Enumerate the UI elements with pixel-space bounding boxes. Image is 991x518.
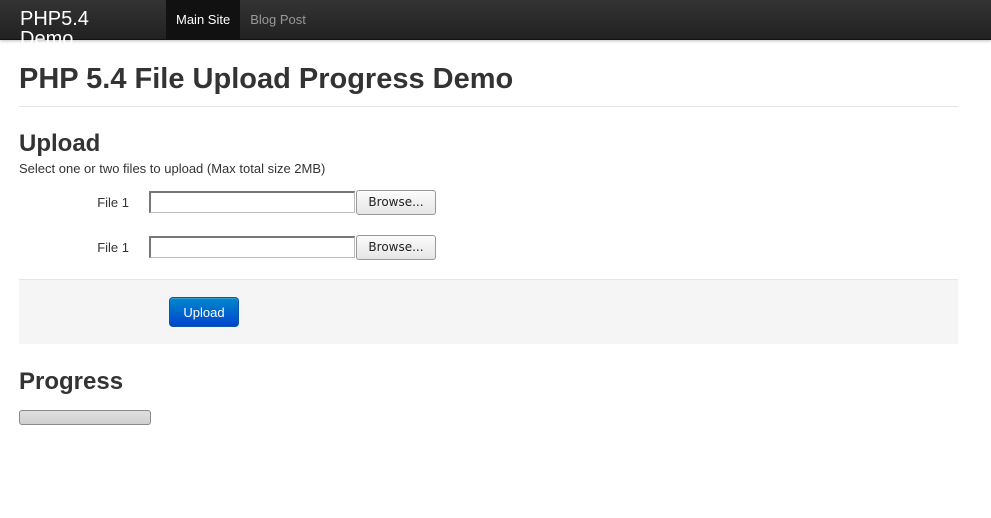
page-title: PHP 5.4 File Upload Progress Demo: [19, 40, 958, 107]
nav-link-blog-post[interactable]: Blog Post: [240, 0, 316, 40]
navbar: PHP5.4 Demo Main Site Blog Post: [0, 0, 991, 49]
upload-hint: Select one or two files to upload (Max t…: [19, 161, 326, 176]
upload-button[interactable]: Upload: [169, 297, 239, 327]
file-2-label: File 1: [97, 239, 129, 255]
form-actions: Upload: [19, 279, 958, 344]
file-2-browse-button[interactable]: Browse...: [356, 234, 436, 260]
file-1-path-input[interactable]: [149, 191, 355, 213]
nav-link-main-site[interactable]: Main Site: [166, 0, 241, 40]
file-1-label: File 1: [97, 194, 129, 210]
nav-item-blog-post: Blog Post: [240, 0, 316, 39]
file-1-browse-button[interactable]: Browse...: [356, 189, 436, 215]
main-container: PHP 5.4 File Upload Progress Demo Upload…: [0, 40, 991, 425]
brand-link[interactable]: PHP5.4 Demo: [0, 0, 166, 49]
file-field-1: File 1 Browse...: [19, 189, 958, 215]
upload-heading: Upload: [19, 130, 101, 157]
file-2-path-input[interactable]: [149, 236, 355, 258]
progress-bar: [19, 410, 151, 425]
file-field-2: File 1 Browse...: [19, 234, 958, 260]
nav-item-main-site: Main Site: [166, 0, 241, 40]
nav-menu: Main Site Blog Post: [166, 0, 316, 40]
upload-form: File 1 Browse... File 1 Browse... Upload: [19, 189, 958, 344]
progress-heading: Progress: [19, 368, 124, 395]
